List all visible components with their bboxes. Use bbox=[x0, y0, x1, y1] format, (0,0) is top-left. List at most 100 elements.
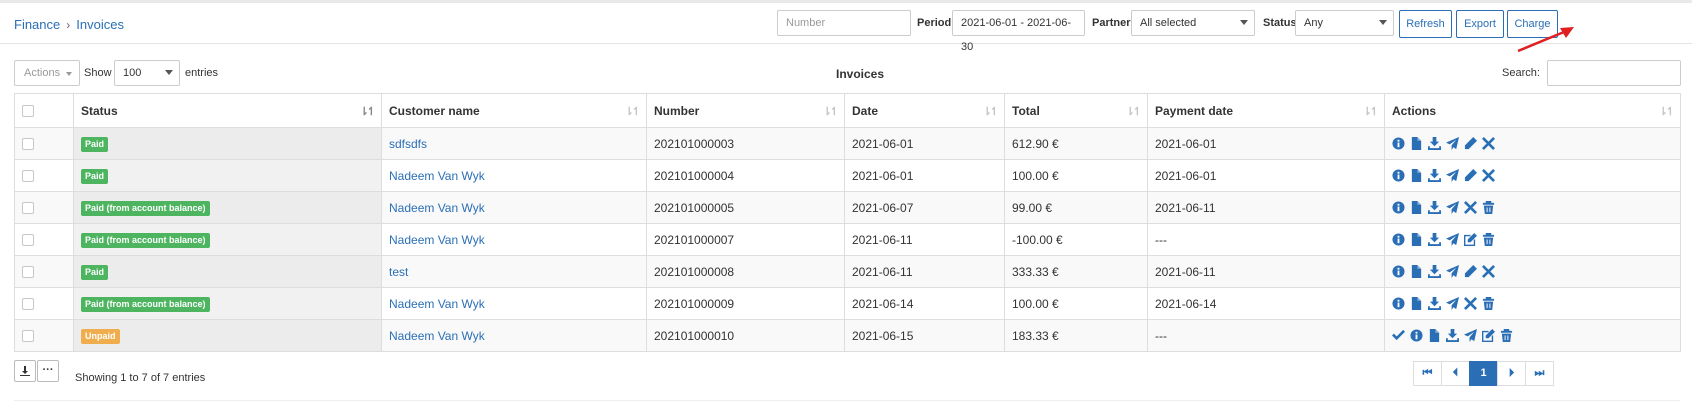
send-icon[interactable] bbox=[1464, 328, 1478, 343]
document-icon[interactable] bbox=[1410, 296, 1424, 311]
customer-link[interactable]: Nadeem Van Wyk bbox=[389, 169, 485, 183]
customer-cell: Nadeem Van Wyk bbox=[381, 319, 647, 352]
table-row[interactable]: Unpaid Nadeem Van Wyk 202101000010 2021-06-… bbox=[14, 319, 1681, 352]
document-icon[interactable] bbox=[1428, 328, 1442, 343]
trash-icon[interactable] bbox=[1500, 328, 1514, 343]
close-icon[interactable] bbox=[1482, 136, 1496, 151]
edit-icon[interactable] bbox=[1482, 328, 1496, 343]
actions-dropdown-button[interactable]: Actions bbox=[14, 60, 80, 86]
trash-icon[interactable] bbox=[1482, 296, 1496, 311]
send-icon[interactable] bbox=[1446, 264, 1460, 279]
search-input[interactable] bbox=[1547, 60, 1681, 86]
page-1-button[interactable]: 1 bbox=[1469, 361, 1498, 386]
customer-link[interactable]: Nadeem Van Wyk bbox=[389, 329, 485, 343]
send-icon[interactable] bbox=[1446, 232, 1460, 247]
info-icon[interactable] bbox=[1410, 329, 1424, 343]
edit-icon[interactable] bbox=[1464, 232, 1478, 247]
row-select-cell bbox=[14, 159, 74, 192]
column-header-status[interactable]: Status ⇂↿ bbox=[73, 93, 382, 128]
download-icon[interactable] bbox=[1428, 264, 1442, 279]
partner-label: Partner bbox=[1092, 17, 1131, 29]
download-icon[interactable] bbox=[1428, 168, 1442, 183]
more-options-button[interactable]: ··· bbox=[37, 360, 59, 382]
column-header-date[interactable]: Date ⇂↿ bbox=[844, 93, 1005, 128]
pencil-icon[interactable] bbox=[1464, 264, 1478, 279]
customer-link[interactable]: Nadeem Van Wyk bbox=[389, 201, 485, 215]
table-row[interactable]: Paid (from account balance) Nadeem Van Wy… bbox=[14, 223, 1681, 256]
table-row[interactable]: Paid Nadeem Van Wyk 202101000004 2021-06-01… bbox=[14, 159, 1681, 192]
info-icon[interactable] bbox=[1392, 137, 1406, 151]
status-select[interactable]: Any bbox=[1295, 10, 1394, 36]
trash-icon[interactable] bbox=[1482, 200, 1496, 215]
pencil-icon[interactable] bbox=[1464, 168, 1478, 183]
first-page-button[interactable]: ⏮ bbox=[1413, 361, 1442, 386]
invoices-table: Status ⇂↿ Customer name ⇂↿ Number ⇂↿ Date ⇂↿… bbox=[14, 93, 1681, 352]
total-cell: 100.00 € bbox=[1004, 159, 1148, 192]
export-button[interactable]: Export bbox=[1456, 10, 1504, 38]
info-icon[interactable] bbox=[1392, 201, 1406, 215]
document-icon[interactable] bbox=[1410, 200, 1424, 215]
row-checkbox[interactable] bbox=[22, 138, 34, 151]
row-checkbox[interactable] bbox=[22, 298, 34, 311]
document-icon[interactable] bbox=[1410, 232, 1424, 247]
column-header-total[interactable]: Total ⇂↿ bbox=[1004, 93, 1148, 128]
table-row[interactable]: Paid test 202101000008 2021-06-11 333.33 €20… bbox=[14, 255, 1681, 288]
status-badge: Paid (from account balance) bbox=[81, 296, 210, 312]
column-header-number[interactable]: Number ⇂↿ bbox=[646, 93, 845, 128]
breadcrumb-finance-link[interactable]: Finance bbox=[14, 17, 60, 32]
prev-page-button[interactable]: ⏴ bbox=[1441, 361, 1470, 386]
check-icon[interactable] bbox=[1392, 329, 1406, 343]
info-icon[interactable] bbox=[1392, 169, 1406, 183]
info-icon[interactable] bbox=[1392, 233, 1406, 247]
column-header-customer-name[interactable]: Customer name ⇂↿ bbox=[381, 93, 647, 128]
customer-link[interactable]: Nadeem Van Wyk bbox=[389, 233, 485, 247]
payment-date-cell: --- bbox=[1147, 319, 1385, 352]
last-page-button[interactable]: ⏭ bbox=[1525, 361, 1554, 386]
column-header-payment-date[interactable]: Payment date ⇂↿ bbox=[1147, 93, 1385, 128]
download-icon[interactable] bbox=[1428, 200, 1442, 215]
info-icon[interactable] bbox=[1392, 297, 1406, 311]
row-checkbox[interactable] bbox=[22, 266, 34, 279]
number-cell: 202101000004 bbox=[646, 159, 845, 192]
row-checkbox[interactable] bbox=[22, 202, 34, 215]
send-icon[interactable] bbox=[1446, 168, 1460, 183]
close-icon[interactable] bbox=[1464, 200, 1478, 215]
row-checkbox[interactable] bbox=[22, 170, 34, 183]
customer-link[interactable]: sdfsdfs bbox=[389, 137, 427, 151]
close-icon[interactable] bbox=[1482, 168, 1496, 183]
period-date-range-input[interactable]: 2021-06-01 - 2021-06-30 bbox=[952, 10, 1085, 53]
table-row[interactable]: Paid sdfsdfs 202101000003 2021-06-01 612.90 … bbox=[14, 127, 1681, 160]
send-icon[interactable] bbox=[1446, 296, 1460, 311]
document-icon[interactable] bbox=[1410, 168, 1424, 183]
send-icon[interactable] bbox=[1446, 200, 1460, 215]
column-header-actions[interactable]: Actions ⇂↿ bbox=[1384, 93, 1681, 128]
close-icon[interactable] bbox=[1482, 264, 1496, 279]
customer-link[interactable]: test bbox=[389, 265, 408, 279]
export-table-button[interactable] bbox=[14, 360, 36, 382]
download-icon[interactable] bbox=[1428, 296, 1442, 311]
download-icon[interactable] bbox=[1446, 328, 1460, 343]
document-icon[interactable] bbox=[1410, 264, 1424, 279]
send-icon[interactable] bbox=[1446, 136, 1460, 151]
breadcrumb-invoices-link[interactable]: Invoices bbox=[76, 17, 124, 32]
info-icon[interactable] bbox=[1392, 265, 1406, 279]
payment-date-cell: 2021-06-01 bbox=[1147, 159, 1385, 192]
number-filter-input[interactable]: Number bbox=[777, 10, 911, 36]
select-all-checkbox[interactable] bbox=[22, 105, 34, 118]
table-row[interactable]: Paid (from account balance) Nadeem Van Wy… bbox=[14, 191, 1681, 224]
customer-link[interactable]: Nadeem Van Wyk bbox=[389, 297, 485, 311]
download-icon[interactable] bbox=[1428, 136, 1442, 151]
row-checkbox[interactable] bbox=[22, 234, 34, 247]
refresh-button[interactable]: Refresh bbox=[1399, 10, 1452, 38]
entries-per-page-select[interactable]: 100 bbox=[114, 60, 180, 86]
date-cell: 2021-06-11 bbox=[844, 255, 1005, 288]
partner-select[interactable]: All selected bbox=[1131, 10, 1255, 36]
table-row[interactable]: Paid (from account balance) Nadeem Van Wy… bbox=[14, 287, 1681, 320]
trash-icon[interactable] bbox=[1482, 232, 1496, 247]
close-icon[interactable] bbox=[1464, 296, 1478, 311]
row-checkbox[interactable] bbox=[22, 330, 34, 343]
next-page-button[interactable]: ⏵ bbox=[1497, 361, 1526, 386]
document-icon[interactable] bbox=[1410, 136, 1424, 151]
pencil-icon[interactable] bbox=[1464, 136, 1478, 151]
download-icon[interactable] bbox=[1428, 232, 1442, 247]
